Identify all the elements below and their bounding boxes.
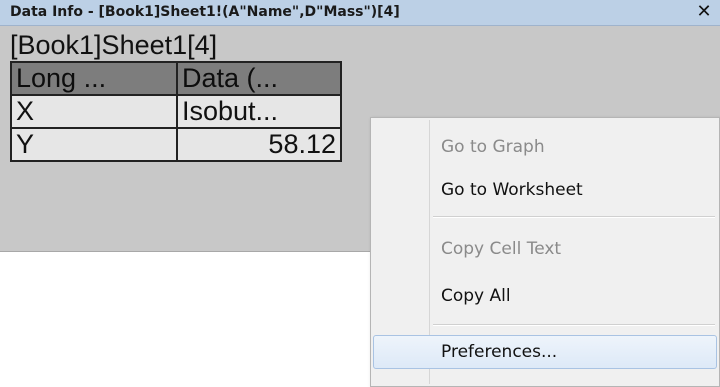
column-header-data[interactable]: Data (...	[176, 61, 342, 96]
menu-item-go-to-worksheet[interactable]: Go to Worksheet	[373, 173, 717, 207]
menu-item-label: Go to Graph	[441, 137, 545, 157]
menu-item-preferences[interactable]: Preferences...	[373, 335, 717, 369]
title-bar[interactable]: Data Info - [Book1]Sheet1!(A"Name",D"Mas…	[0, 0, 720, 26]
menu-separator	[433, 324, 715, 326]
table-cell[interactable]: Y	[10, 127, 178, 162]
menu-item-label: Copy All	[441, 286, 511, 306]
close-icon[interactable]: ✕	[694, 1, 714, 23]
menu-separator	[433, 216, 715, 218]
data-info-table: Long ... Data (... X Isobut... Y 58.12	[10, 61, 342, 162]
window-title: Data Info - [Book1]Sheet1!(A"Name",D"Mas…	[10, 4, 400, 20]
table-cell[interactable]: X	[10, 94, 178, 129]
menu-item-label: Preferences...	[441, 342, 558, 362]
menu-item-copy-cell-text[interactable]: Copy Cell Text	[373, 232, 717, 266]
table-row: Y 58.12	[10, 127, 342, 162]
menu-item-go-to-graph[interactable]: Go to Graph	[373, 130, 717, 164]
column-header-long-name[interactable]: Long ...	[10, 61, 178, 96]
table-cell[interactable]: Isobut...	[176, 94, 342, 129]
table-header-row: Long ... Data (...	[10, 61, 342, 96]
context-menu: Go to Graph Go to Worksheet Copy Cell Te…	[370, 117, 720, 387]
menu-item-label: Copy Cell Text	[441, 239, 562, 259]
menu-item-label: Go to Worksheet	[441, 180, 583, 200]
table-cell[interactable]: 58.12	[176, 127, 342, 162]
book-sheet-label: [Book1]Sheet1[4]	[10, 30, 218, 60]
menu-item-copy-all[interactable]: Copy All	[373, 279, 717, 313]
table-row: X Isobut...	[10, 94, 342, 129]
